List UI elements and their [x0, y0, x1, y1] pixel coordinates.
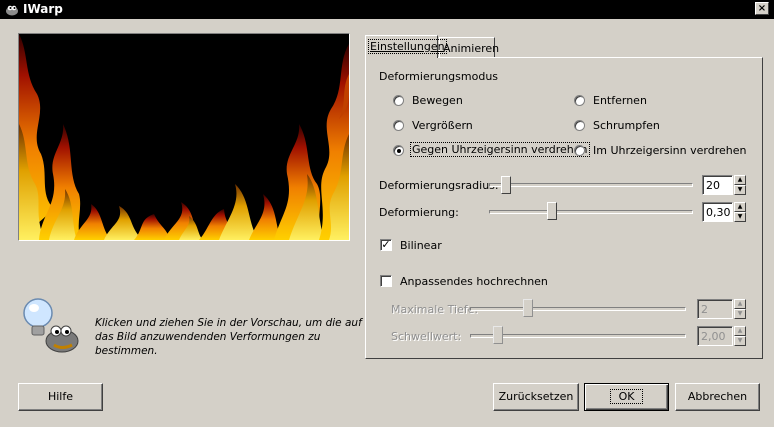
max-depth-increment-button: ▲: [734, 299, 746, 309]
max-depth-decrement-button: ▼: [734, 309, 746, 319]
threshold-label: Schwellwert:: [391, 330, 462, 343]
radius-slider-thumb[interactable]: [501, 176, 511, 194]
hint-line-1: Klicken und ziehen Sie in der Vorschau, …: [95, 317, 362, 329]
max-depth-slider-thumb: [523, 299, 533, 317]
radio-label: Im Uhrzeigersinn verdrehen: [593, 144, 747, 157]
radio-indicator: [393, 95, 404, 106]
radius-label: Deformierungsradius:: [379, 179, 499, 192]
tab-label: Animieren: [443, 42, 500, 55]
checkmark-icon: ✓: [380, 238, 392, 251]
help-button[interactable]: Hilfe: [18, 383, 103, 411]
radius-decrement-button[interactable]: ▼: [734, 185, 746, 195]
radio-indicator-checked: [393, 145, 404, 156]
amount-slider-thumb[interactable]: [547, 202, 557, 220]
radio-indicator: [393, 120, 404, 131]
preview-image: [19, 34, 349, 240]
ok-button[interactable]: OK: [584, 383, 669, 411]
button-label: OK: [609, 389, 644, 404]
close-icon: ×: [757, 3, 767, 14]
radio-indicator: [574, 120, 585, 131]
checkbox-label: Bilinear: [400, 239, 442, 252]
radio-label: Bewegen: [412, 94, 463, 107]
tab-animieren[interactable]: Animieren: [439, 37, 499, 58]
amount-spin-field[interactable]: 0,30: [702, 202, 733, 222]
mode-heading: Deformierungsmodus: [379, 70, 499, 83]
radius-spin-field[interactable]: 20: [702, 175, 733, 195]
radio-indicator: [574, 145, 585, 156]
tab-label: Einstellungen: [368, 39, 447, 54]
warp-preview[interactable]: [18, 33, 350, 241]
threshold-spin-field: 2,00: [697, 326, 733, 346]
radio-indicator: [574, 95, 585, 106]
amount-increment-button[interactable]: ▲: [734, 202, 746, 212]
radio-label: Gegen Uhrzeigersinn verdrehen: [410, 142, 590, 157]
threshold-slider-thumb: [493, 326, 503, 344]
threshold-decrement-button: ▼: [734, 336, 746, 346]
max-depth-spin-field: 2: [697, 299, 733, 319]
button-label: Abbrechen: [687, 390, 748, 403]
radius-increment-button[interactable]: ▲: [734, 175, 746, 185]
radio-label: Vergrößern: [412, 119, 473, 132]
window-title: IWarp: [23, 2, 63, 16]
title-bar[interactable]: IWarp ×: [0, 0, 774, 19]
amount-decrement-button[interactable]: ▼: [734, 212, 746, 222]
button-label: Hilfe: [47, 390, 74, 403]
max-depth-slider-track: [470, 307, 686, 311]
radio-label: Schrumpfen: [593, 119, 660, 132]
button-label: Zurücksetzen: [498, 390, 574, 403]
checkbox-indicator: [380, 275, 392, 287]
gimp-wilber-icon: [6, 5, 18, 16]
threshold-increment-button: ▲: [734, 326, 746, 336]
checkbox-label: Anpassendes hochrechnen: [400, 275, 548, 288]
max-depth-label: Maximale Tiefe:: [391, 303, 479, 316]
close-button[interactable]: ×: [755, 2, 769, 15]
hint-text: Klicken und ziehen Sie in der Vorschau, …: [95, 316, 365, 358]
cancel-button[interactable]: Abbrechen: [675, 383, 760, 411]
amount-slider-track[interactable]: [489, 210, 693, 214]
gimp-hint-icon: [18, 295, 80, 355]
tab-einstellungen[interactable]: Einstellungen: [365, 35, 447, 58]
hint-line-2: das Bild anzuwendenden Verformungen zu b…: [95, 331, 321, 357]
reset-button[interactable]: Zurücksetzen: [493, 383, 579, 411]
amount-label: Deformierung:: [379, 206, 459, 219]
radio-label: Entfernen: [593, 94, 647, 107]
radius-slider-track[interactable]: [489, 183, 693, 187]
